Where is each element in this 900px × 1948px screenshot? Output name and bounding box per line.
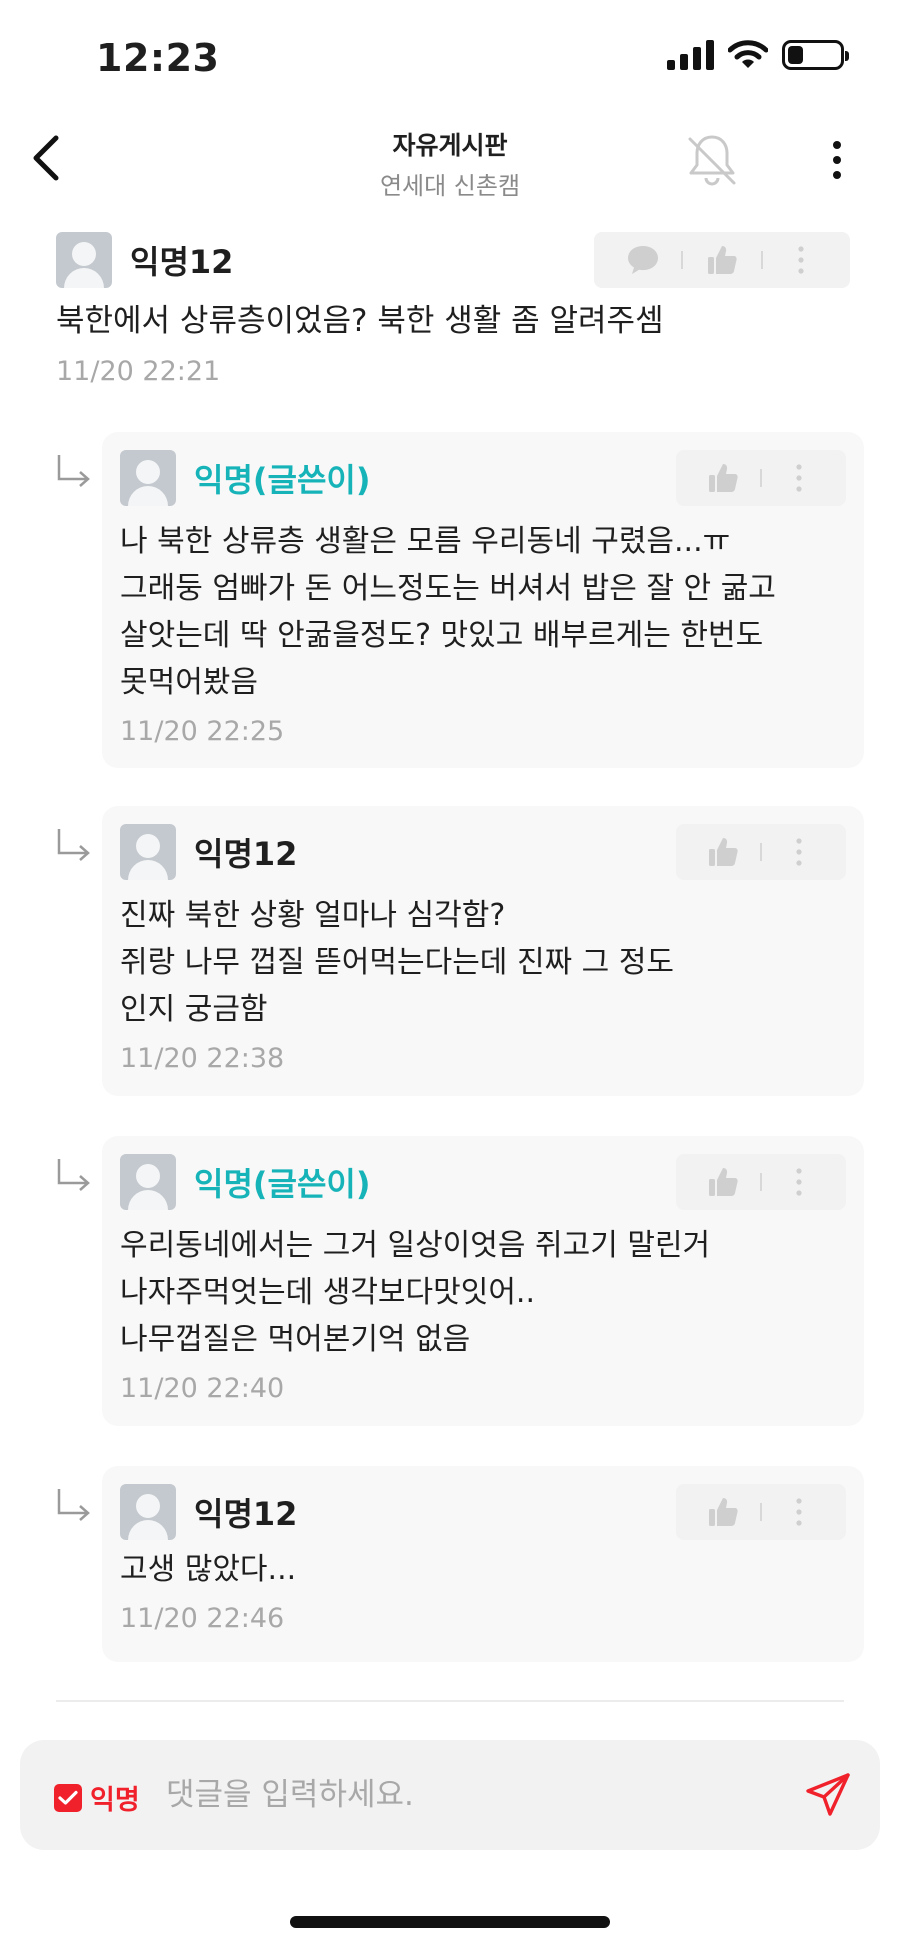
reply-arrow-icon: [57, 829, 90, 861]
comment-input[interactable]: [166, 1768, 786, 1822]
reply-actions: [676, 1484, 846, 1540]
reply-actions: [676, 450, 846, 506]
reply-body: 고생 많았다... 11/20 22:46: [120, 1546, 850, 1634]
like-button[interactable]: [699, 1158, 747, 1206]
send-icon: [806, 1773, 850, 1816]
reply-actions: [676, 824, 846, 880]
reply-text: 진짜 북한 상황 얼마나 심각함? 쥐랑 나무 껍질 뜯어먹는다는데 진짜 그 …: [120, 898, 675, 1027]
reply-text: 고생 많았다...: [120, 1552, 297, 1587]
reply-comment: 익명12 고생 많았다... 11/20 22:46: [102, 1466, 864, 1662]
speech-bubble-icon: [627, 246, 658, 274]
divider: [760, 469, 762, 487]
reply-arrow-icon: [57, 455, 90, 487]
main-comment: 익명12 북한에서 상류층이었음? 북한 생활 좀 알려주셈 11/20 22:…: [56, 232, 856, 402]
reply-arrow-icon: [57, 1159, 90, 1191]
comment-actions: [594, 232, 850, 288]
like-button[interactable]: [699, 828, 747, 876]
comment-input-bar: 익명: [20, 1740, 880, 1850]
reply-author: 익명(글쓴이): [194, 461, 371, 499]
like-button[interactable]: [699, 454, 747, 502]
like-button[interactable]: [699, 1488, 747, 1536]
reply-time: 11/20 22:46: [120, 1603, 285, 1634]
wifi-icon: [728, 40, 768, 68]
comment-time: 11/20 22:21: [56, 356, 221, 387]
reply-author: 익명12: [194, 835, 298, 873]
more-vertical-icon: [833, 141, 841, 179]
reply-header: 익명(글쓴이): [120, 1154, 370, 1210]
thumbs-up-icon: [709, 1498, 738, 1526]
list-divider: [56, 1700, 844, 1702]
reply-time: 11/20 22:38: [120, 1043, 285, 1074]
reply-comment: 익명12 진짜 북한 상황 얼마나 심각함? 쥐랑 나무 껍질 뜯어먹는다는데 …: [102, 806, 864, 1096]
divider: [681, 251, 684, 269]
reply-body: 나 북한 상류층 생활은 모름 우리동네 구렸음...ㅠ 그래둥 엄빠가 돈 어…: [120, 518, 850, 747]
status-bar: 12:23: [0, 0, 900, 110]
reply-header: 익명(글쓴이): [120, 450, 370, 506]
more-vertical-icon: [798, 246, 804, 274]
comment-header: 익명12: [56, 232, 233, 288]
more-vertical-icon: [796, 838, 802, 866]
reply-more-button[interactable]: [775, 454, 823, 502]
reply-author: 익명(글쓴이): [194, 1165, 371, 1203]
thumbs-up-icon: [707, 246, 737, 274]
more-vertical-icon: [796, 464, 802, 492]
anonymous-label: 익명: [90, 1785, 140, 1816]
reply-body: 우리동네에서는 그거 일상이엇음 쥐고기 말린거 나자주먹엇는데 생각보다맛잇어…: [120, 1222, 850, 1404]
reply-more-button[interactable]: [775, 1488, 823, 1536]
avatar: [120, 450, 176, 506]
status-icons: [667, 40, 849, 70]
reply-header: 익명12: [120, 1484, 297, 1540]
reply-more-button[interactable]: [775, 1158, 823, 1206]
avatar: [56, 232, 112, 288]
reply-comment: 익명(글쓴이) 우리동네에서는 그거 일상이엇음 쥐고기 말린거 나자주먹엇는데…: [102, 1136, 864, 1426]
more-vertical-icon: [796, 1168, 802, 1196]
avatar: [120, 1154, 176, 1210]
bell-off-icon: [688, 135, 736, 186]
board-title: 자유게시판: [392, 131, 508, 160]
reply-actions: [676, 1154, 846, 1210]
status-time: 12:23: [96, 36, 220, 80]
cellular-signal-icon: [667, 40, 714, 70]
more-options-button[interactable]: [812, 128, 862, 192]
reply-text: 우리동네에서는 그거 일상이엇음 쥐고기 말린거 나자주먹엇는데 생각보다맛잇어…: [120, 1228, 711, 1357]
reply-author: 익명12: [194, 1495, 298, 1533]
thumbs-up-icon: [709, 464, 738, 492]
campus-subtitle: 연세대 신촌캠: [379, 172, 521, 200]
avatar: [120, 1484, 176, 1540]
back-button[interactable]: [16, 128, 76, 188]
reply-text: 나 북한 상류층 생활은 모름 우리동네 구렸음...ㅠ 그래둥 엄빠가 돈 어…: [120, 524, 776, 700]
divider: [760, 1503, 762, 1521]
reply-body: 진짜 북한 상황 얼마나 심각함? 쥐랑 나무 껍질 뜯어먹는다는데 진짜 그 …: [120, 892, 850, 1074]
reply-time: 11/20 22:25: [120, 716, 285, 747]
home-indicator: [290, 1916, 610, 1928]
reply-button[interactable]: [619, 236, 667, 284]
nav-title-group: 자유게시판 연세대 신촌캠: [0, 126, 900, 201]
chevron-left-icon: [33, 135, 59, 181]
reply-time: 11/20 22:40: [120, 1373, 285, 1404]
divider: [760, 1173, 762, 1191]
notification-toggle-button[interactable]: [680, 128, 744, 192]
comment-author: 익명12: [130, 243, 234, 281]
reply-arrow-icon: [57, 1489, 90, 1521]
avatar: [120, 824, 176, 880]
comment-more-button[interactable]: [777, 236, 825, 284]
comment-text: 북한에서 상류층이었음? 북한 생활 좀 알려주셈: [56, 303, 664, 339]
more-vertical-icon: [796, 1498, 802, 1526]
reply-more-button[interactable]: [775, 828, 823, 876]
battery-icon: [782, 40, 849, 70]
like-button[interactable]: [698, 236, 746, 284]
checkmark-icon: [54, 1783, 82, 1812]
thumbs-up-icon: [709, 1168, 738, 1196]
thumbs-up-icon: [709, 838, 738, 866]
reply-comment: 익명(글쓴이) 나 북한 상류층 생활은 모름 우리동네 구렸음...ㅠ 그래둥…: [102, 432, 864, 768]
reply-header: 익명12: [120, 824, 297, 880]
divider: [760, 251, 763, 269]
anonymous-checkbox[interactable]: 익명: [54, 1778, 140, 1817]
nav-header: 자유게시판 연세대 신촌캠: [0, 110, 900, 210]
send-button[interactable]: [798, 1767, 858, 1823]
divider: [760, 843, 762, 861]
